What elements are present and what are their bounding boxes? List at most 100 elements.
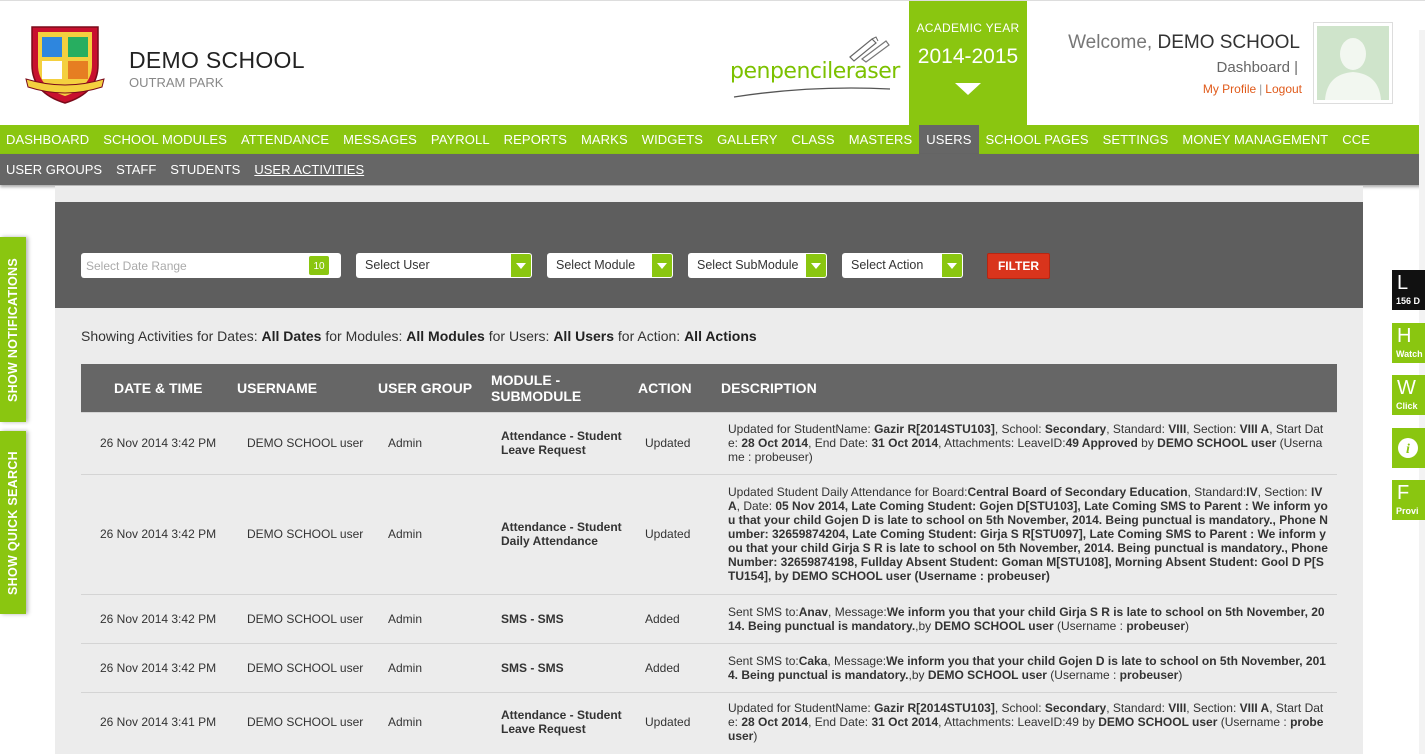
nav-item-class[interactable]: CLASS (785, 125, 842, 154)
col-action[interactable]: ACTION (627, 364, 711, 412)
nav-item-widgets[interactable]: WIDGETS (635, 125, 710, 154)
col-datetime[interactable]: DATE & TIME (81, 364, 226, 412)
nav-item-school-modules[interactable]: SCHOOL MODULES (96, 125, 234, 154)
select-action-dropdown[interactable]: Select Action (842, 253, 963, 278)
subnav-item-students[interactable]: STUDENTS (163, 154, 247, 185)
showing-text-2: for Modules: (321, 328, 407, 344)
col-description[interactable]: DESCRIPTION (711, 364, 1337, 412)
nav-item-school-pages[interactable]: SCHOOL PAGES (979, 125, 1096, 154)
subnav-item-staff[interactable]: STAFF (109, 154, 163, 185)
my-profile-link[interactable]: My Profile (1203, 82, 1256, 96)
side-widget-h[interactable]: H Watch (1392, 323, 1425, 363)
nav-item-money-management[interactable]: MONEY MANAGEMENT (1175, 125, 1335, 154)
school-location: OUTRAM PARK (129, 75, 224, 90)
chevron-down-icon[interactable] (652, 254, 672, 277)
nav-item-attendance[interactable]: ATTENDANCE (234, 125, 336, 154)
table-header-row: DATE & TIME USERNAME USER GROUP MODULE -… (81, 364, 1337, 412)
cell-description: Sent SMS to:Anav, Message:We inform you … (711, 593, 1337, 643)
table-row[interactable]: 26 Nov 2014 3:42 PM DEMO SCHOOL user Admin… (81, 473, 1337, 594)
showing-text-3: for Users: (484, 328, 554, 344)
filter-button[interactable]: FILTER (987, 253, 1050, 279)
nav-item-settings[interactable]: SETTINGS (1096, 125, 1176, 154)
cell-module: Attendance - Student Leave Request (480, 691, 627, 752)
logout-link[interactable]: Logout (1265, 82, 1302, 96)
side-widget-l[interactable]: L 156 D (1392, 270, 1425, 310)
table-row[interactable]: 26 Nov 2014 3:41 PM DEMO SCHOOL user Admin… (81, 691, 1337, 752)
description-segment: Secondary (1044, 422, 1107, 436)
description-segment: 31 Oct 2014 (871, 436, 939, 450)
widget-letter: F (1397, 482, 1410, 504)
brand-logo[interactable]: penpencileraser (730, 35, 900, 105)
description-segment: ) (1178, 667, 1183, 682)
main-nav: DASHBOARD SCHOOL MODULES ATTENDANCE MESSAGE… (0, 125, 1425, 154)
description-segment: 28 Oct 2014 (741, 715, 809, 730)
widget-caption: Provi (1396, 506, 1419, 516)
col-module[interactable]: MODULE - SUBMODULE (480, 364, 627, 412)
select-module-dropdown[interactable]: Select Module (547, 253, 673, 278)
avatar[interactable] (1313, 22, 1393, 104)
svg-text:i: i (1406, 442, 1410, 457)
description-segment: 31 Oct 2014 (871, 715, 939, 730)
calendar-icon[interactable]: 10 (309, 256, 329, 275)
description-segment: , School: (994, 701, 1045, 716)
table-row[interactable]: 26 Nov 2014 3:42 PM DEMO SCHOOL user Admin… (81, 411, 1337, 474)
widget-caption: Watch (1396, 349, 1423, 359)
description-segment: Anav (798, 604, 829, 619)
nav-item-cce[interactable]: CCE (1335, 125, 1377, 154)
description-segment: , Attachments: LeaveID: (938, 436, 1066, 450)
chevron-down-icon[interactable] (942, 254, 962, 277)
description-segment: ) (1185, 618, 1190, 633)
col-user-group[interactable]: USER GROUP (367, 364, 480, 412)
description-segment: Gazir R[2014STU103] (874, 701, 995, 716)
show-notifications-label: SHOW NOTIFICATIONS (6, 257, 20, 402)
nav-item-marks[interactable]: MARKS (574, 125, 635, 154)
select-submodule-value: Select SubModule (697, 258, 799, 272)
col-username[interactable]: USERNAME (226, 364, 367, 412)
cell-module: SMS - SMS (480, 642, 627, 692)
table-row[interactable]: 26 Nov 2014 3:42 PM DEMO SCHOOL user Admin… (81, 642, 1337, 692)
academic-year-selector[interactable]: ACADEMIC YEAR 2014-2015 (909, 1, 1027, 126)
description-segment: , Standard: (1187, 485, 1247, 499)
cell-username: DEMO SCHOOL user (226, 411, 367, 474)
show-quick-search-label: SHOW QUICK SEARCH (6, 450, 20, 595)
dashboard-link[interactable]: Dashboard | (1217, 59, 1298, 76)
showing-dates: All Dates (261, 328, 322, 344)
subnav-item-user-groups[interactable]: USER GROUPS (0, 154, 109, 185)
description-segment: by (1137, 436, 1158, 450)
cell-action: Added (627, 642, 711, 692)
cell-description: Sent SMS to:Caka, Message:We inform you … (711, 642, 1337, 692)
nav-item-users[interactable]: USERS (919, 125, 979, 154)
select-user-dropdown[interactable]: Select User (356, 253, 532, 278)
chevron-down-icon[interactable] (955, 83, 981, 95)
cell-description: Updated for StudentName: Gazir R[2014STU… (711, 691, 1337, 752)
nav-item-messages[interactable]: MESSAGES (336, 125, 424, 154)
description-segment: IV (1246, 485, 1258, 499)
chevron-down-icon[interactable] (806, 254, 826, 277)
show-quick-search-tab[interactable]: SHOW QUICK SEARCH (0, 431, 26, 614)
chevron-down-icon[interactable] (511, 254, 531, 277)
subnav-item-user-activities[interactable]: USER ACTIVITIES (247, 154, 371, 185)
table-row[interactable]: 26 Nov 2014 3:42 PM DEMO SCHOOL user Admin… (81, 593, 1337, 643)
cell-action: Updated (627, 473, 711, 594)
description-segment: (Username : (1053, 618, 1127, 633)
description-segment: , School: (994, 422, 1045, 436)
description-segment: , Section: (1186, 422, 1240, 436)
description-segment: Central Board of Secondary Education (967, 485, 1188, 499)
nav-item-reports[interactable]: REPORTS (497, 125, 574, 154)
date-range-input[interactable] (81, 253, 341, 278)
cell-module: Attendance - Student Leave Request (480, 411, 627, 474)
nav-item-gallery[interactable]: GALLERY (710, 125, 784, 154)
description-segment: Updated Student Daily Attendance for Boa… (728, 485, 968, 499)
show-notifications-tab[interactable]: SHOW NOTIFICATIONS (0, 237, 26, 422)
nav-item-dashboard[interactable]: DASHBOARD (0, 125, 96, 154)
description-segment: Gazir R[2014STU103] (874, 422, 995, 436)
description-segment: Caka (798, 653, 828, 668)
side-widget-w[interactable]: W Click (1392, 375, 1425, 415)
side-widget-i[interactable]: i (1392, 428, 1425, 468)
select-submodule-dropdown[interactable]: Select SubModule (688, 253, 827, 278)
nav-item-masters[interactable]: MASTERS (842, 125, 920, 154)
side-widget-f[interactable]: F Provi (1392, 480, 1425, 520)
nav-item-payroll[interactable]: PAYROLL (424, 125, 497, 154)
school-crest-logo[interactable] (24, 21, 106, 105)
sub-nav: USER GROUPS STAFF STUDENTS USER ACTIVITIES (0, 154, 1425, 185)
